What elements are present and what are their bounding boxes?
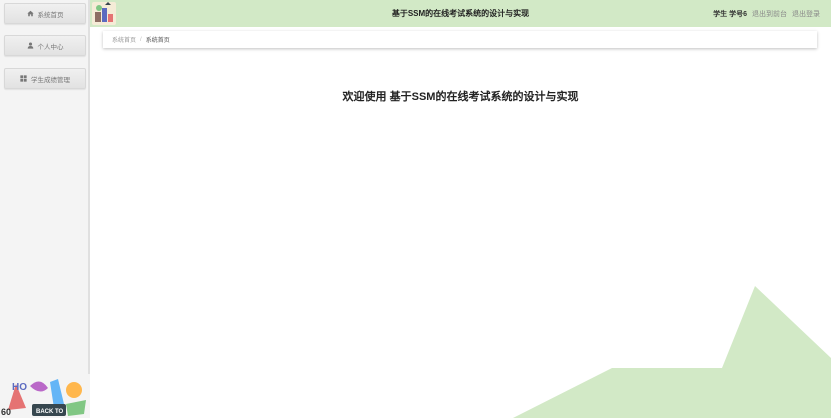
breadcrumb-current: 系统首页 — [145, 38, 170, 44]
user-info: 学生 学号6 — [713, 10, 747, 18]
svg-text:60: 60 — [1, 407, 11, 417]
svg-text:BACK TO: BACK TO — [36, 409, 64, 415]
home-icon — [26, 10, 34, 17]
sidebar-item-label: 系统首页 — [37, 11, 64, 19]
sidebar-item-profile[interactable]: 个人中心 — [4, 35, 86, 56]
logout-link[interactable]: 退出登录 — [792, 9, 820, 19]
breadcrumb-home-link[interactable]: 系统首页 — [112, 35, 136, 44]
sidebar-item-home[interactable]: 系统首页 — [4, 3, 86, 24]
top-header: 基于SSM的在线考试系统的设计与实现 学生 学号6 退出到前台 退出登录 — [90, 0, 831, 27]
back-to-school-illustration: HO BACK TO 60 — [0, 374, 90, 418]
sidebar: 系统首页 个人中心 学生成绩管理 HO BACK TO 60 — [0, 0, 90, 418]
sidebar-item-grades[interactable]: 学生成绩管理 — [4, 68, 86, 89]
grid-icon — [20, 75, 27, 82]
svg-text:HO: HO — [12, 382, 27, 393]
back-to-frontend-link[interactable]: 退出到前台 — [752, 9, 787, 19]
user-icon — [27, 42, 33, 49]
sidebar-item-label: 学生成绩管理 — [31, 76, 70, 84]
breadcrumb-separator: / — [140, 36, 142, 43]
header-user-area: 学生 学号6 退出到前台 退出登录 — [713, 0, 820, 27]
background-decoration — [513, 286, 831, 418]
sidebar-item-label: 个人中心 — [37, 43, 64, 51]
welcome-heading: 欢迎使用 基于SSM的在线考试系统的设计与实现 — [342, 91, 579, 103]
breadcrumb: 系统首页 / 系统首页 — [103, 31, 817, 48]
app-root: 系统首页 个人中心 学生成绩管理 HO BACK TO 60 基于SSM的在线考… — [0, 0, 831, 418]
